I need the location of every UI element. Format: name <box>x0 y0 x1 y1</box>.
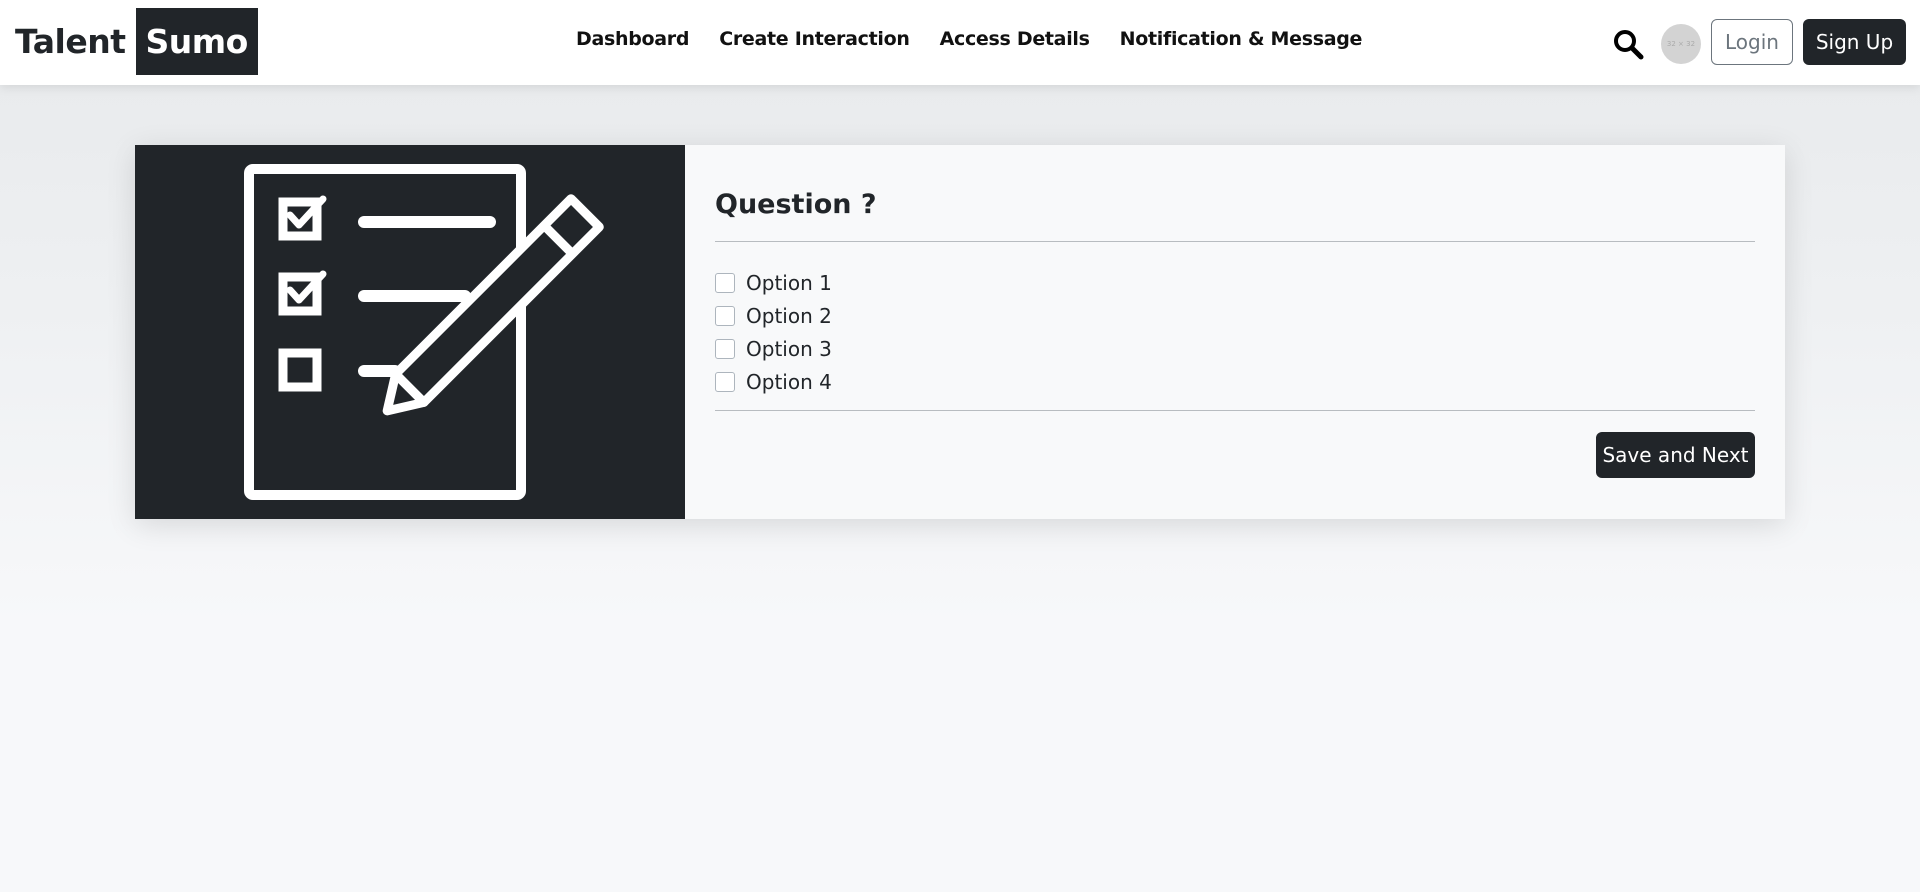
option-1[interactable]: Option 1 <box>715 266 832 299</box>
login-button[interactable]: Login <box>1711 19 1793 65</box>
main-nav: Dashboard Create Interaction Access Deta… <box>576 28 1362 50</box>
question-title: Question ? <box>715 189 877 220</box>
divider-top <box>715 241 1755 242</box>
option-4-label: Option 4 <box>746 369 832 394</box>
nav-access-details[interactable]: Access Details <box>940 28 1090 50</box>
nav-create-interaction[interactable]: Create Interaction <box>719 28 910 50</box>
option-2[interactable]: Option 2 <box>715 299 832 332</box>
question-card: Question ? Option 1 Option 2 Option 3 Op… <box>135 145 1785 519</box>
option-4-checkbox[interactable] <box>715 371 735 392</box>
option-1-checkbox[interactable] <box>715 272 735 293</box>
brand-logo[interactable]: Talent Sumo <box>15 8 258 75</box>
nav-dashboard[interactable]: Dashboard <box>576 28 689 50</box>
brand-sumo: Sumo <box>135 8 258 75</box>
option-3-checkbox[interactable] <box>715 338 735 359</box>
option-1-label: Option 1 <box>746 270 832 295</box>
option-2-label: Option 2 <box>746 303 832 328</box>
question-body: Question ? Option 1 Option 2 Option 3 Op… <box>685 145 1785 519</box>
avatar-placeholder-text: 32 × 32 <box>1666 40 1696 48</box>
option-4[interactable]: Option 4 <box>715 365 832 398</box>
signup-button[interactable]: Sign Up <box>1803 19 1906 65</box>
checklist-pencil-icon <box>135 145 685 519</box>
divider-bottom <box>715 410 1755 411</box>
option-3[interactable]: Option 3 <box>715 332 832 365</box>
nav-notification-message[interactable]: Notification & Message <box>1120 28 1363 50</box>
option-2-checkbox[interactable] <box>715 305 735 326</box>
avatar[interactable]: 32 × 32 <box>1661 24 1701 64</box>
save-and-next-button[interactable]: Save and Next <box>1596 432 1755 478</box>
top-navbar: Talent Sumo Dashboard Create Interaction… <box>0 0 1920 85</box>
brand-talent: Talent <box>15 22 126 61</box>
options-list: Option 1 Option 2 Option 3 Option 4 <box>715 266 832 398</box>
option-3-label: Option 3 <box>746 336 832 361</box>
search-icon[interactable] <box>1612 28 1644 60</box>
